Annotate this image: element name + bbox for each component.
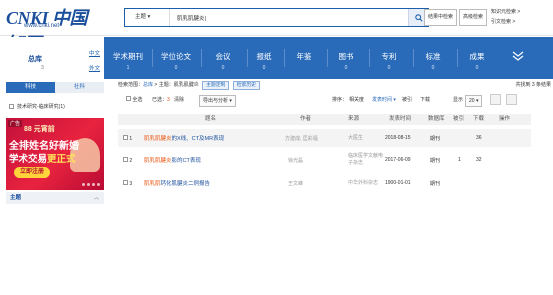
banner-line1: 88 元宵前 — [24, 126, 55, 133]
citation-search-link[interactable]: 引文检索 > — [491, 18, 515, 25]
nav-item-patents[interactable]: 专利 0 — [371, 37, 407, 79]
table-row: 3 肌乳肌钙化肌腱炎二例报告 王文峰 中华外科杂志 1900-01-01 期刊 — [118, 175, 531, 193]
col-database: 数据库 — [428, 116, 445, 122]
library-title[interactable]: 总库 — [28, 54, 42, 64]
ad-banner[interactable]: 广告 88 元宵前 全排姓名好新婚 学术交易更正式 立即注册 — [6, 118, 104, 190]
nav-item-newspapers[interactable]: 报纸 0 — [247, 37, 281, 79]
row-author[interactable]: 方建成; 匡彩福 — [285, 135, 318, 142]
nav-item-theses[interactable]: 学位论文 0 — [154, 37, 198, 79]
col-actions: 操作 — [499, 116, 511, 122]
clear-link[interactable]: 清除 — [174, 94, 184, 107]
col-citations: 被引 — [453, 116, 465, 122]
knowledge-search-link[interactable]: 知识元检索 > — [491, 8, 520, 15]
sort-relevance[interactable]: 相关度 — [349, 94, 364, 107]
row-checkbox[interactable] — [123, 157, 128, 162]
top-bar: CNKI 中国知网 www.cnki.net 主题 ▾ 结果中检索 高级检索 知… — [0, 0, 553, 54]
nav-item-books[interactable]: 图书 0 — [329, 37, 363, 79]
row-database: 期刊 — [430, 181, 441, 187]
table-row: 2 肌乳肌腱炎影的CT表现 徐光磊 临床医学文献电子杂志 2017-06-09 … — [118, 152, 531, 170]
logo-url: www.cnki.net — [24, 23, 60, 29]
sort-label: 排序： — [332, 97, 348, 103]
chevron-up-icon: ︿ — [93, 195, 99, 201]
row-database: 期刊 — [430, 158, 441, 164]
row-downloads[interactable]: 36 — [476, 135, 482, 141]
ad-label: 广告 — [8, 120, 23, 127]
resource-type-nav: 学术期刊 1 学位论文 0 会议 0 报纸 0 年鉴 图书 0 专利 0 标准 0 成果 0 — [104, 37, 553, 79]
col-author: 作者 — [300, 116, 312, 122]
nav-item-journals[interactable]: 学术期刊 1 — [106, 37, 150, 79]
facet-label: 技术研究-临床研究(1) — [17, 104, 65, 110]
nav-item-conferences[interactable]: 会议 0 — [203, 37, 243, 79]
row-database: 期刊 — [430, 136, 441, 142]
row-downloads[interactable]: 32 — [476, 157, 482, 163]
row-select[interactable]: 3 — [123, 180, 132, 187]
results-toolbar: 全选 已选：3 清除 导出与分析 ▾ 排序： 相关度 发表时间 ▾ 被引 下载 … — [118, 94, 528, 107]
article-title-link[interactable]: 肌乳肌腱炎的X线、CT及MR表现 — [144, 134, 224, 142]
chinese-link[interactable]: 中文 — [89, 49, 100, 57]
row-date: 2017-06-09 — [385, 157, 411, 163]
banner-line3: 学术交易更正式 — [9, 154, 76, 165]
advanced-search-button[interactable]: 高级检索 — [459, 9, 488, 26]
row-date: 2018-08-15 — [385, 135, 411, 141]
col-title: 题名 — [205, 116, 217, 122]
row-date: 1900-01-01 — [385, 180, 411, 186]
result-search-button[interactable]: 结果中检索 — [424, 9, 458, 26]
search-box: 主题 ▾ — [124, 8, 429, 27]
select-all[interactable]: 全选 — [126, 94, 142, 107]
search-type-select[interactable]: 主题 ▾ — [125, 9, 170, 26]
row-select[interactable]: 1 — [123, 135, 132, 142]
topic-section-header[interactable]: 主题 ︿ — [6, 192, 104, 204]
results-area: 检索范围：总库 > 主题：肌乳肌腱炎 主题定制 检索历史 共找到 3 条结果 全… — [118, 80, 553, 295]
col-source: 来源 — [348, 116, 360, 122]
scope-link[interactable]: 总库 — [143, 82, 153, 88]
select-all-checkbox[interactable] — [126, 96, 131, 101]
article-title-link[interactable]: 肌乳肌钙化肌腱炎二例报告 — [144, 179, 210, 187]
export-analysis-button[interactable]: 导出与分析 ▾ — [199, 95, 236, 107]
sort-downloads[interactable]: 下载 — [420, 94, 430, 107]
carousel-dots[interactable] — [82, 183, 100, 186]
row-select[interactable]: 2 — [123, 157, 132, 164]
row-source[interactable]: 临床医学文献电子杂志 — [348, 153, 384, 167]
col-date: 发表时间 — [389, 116, 412, 122]
row-citations[interactable]: 1 — [458, 157, 461, 163]
foreign-link[interactable]: 外文 — [89, 64, 100, 72]
nav-item-yearbooks[interactable]: 年鉴 — [287, 37, 321, 79]
library-count: 3 — [41, 65, 44, 71]
col-downloads: 下载 — [473, 116, 485, 122]
tab-social-science[interactable]: 社科 — [55, 82, 104, 93]
banner-register-button[interactable]: 立即注册 — [14, 167, 51, 178]
search-input[interactable] — [177, 11, 377, 24]
list-view-button[interactable] — [490, 94, 501, 105]
row-source[interactable]: 大医生 — [348, 135, 363, 142]
search-scope: 检索范围：总库 > 主题：肌乳肌腱炎 主题定制 检索历史 — [118, 81, 260, 90]
table-header: 题名 作者 来源 发表时间 数据库 被引 下载 操作 — [118, 114, 531, 125]
library-selector: 总库 3 中文 外文 — [6, 37, 104, 79]
cnki-logo[interactable]: CNKI 中国知网 www.cnki.net — [6, 4, 96, 54]
facet-item[interactable]: 技术研究-临床研究(1) — [9, 103, 65, 110]
banner-line2: 全排姓名好新婚 — [9, 141, 79, 152]
row-checkbox[interactable] — [123, 180, 128, 185]
page-size-select[interactable]: 20 ▾ — [465, 95, 483, 107]
search-history-button[interactable]: 检索历史 — [232, 81, 260, 90]
nav-item-achievements[interactable]: 成果 0 — [459, 37, 495, 79]
row-source[interactable]: 中华外科杂志 — [348, 180, 378, 187]
expand-nav-chevron-icon[interactable] — [512, 51, 524, 61]
search-icon — [414, 13, 423, 22]
selected-count: 已选：3 — [152, 97, 170, 103]
row-checkbox[interactable] — [123, 135, 128, 140]
row-author[interactable]: 徐光磊 — [288, 157, 303, 164]
display-label: 显示 — [453, 97, 464, 103]
detail-view-button[interactable] — [506, 94, 517, 105]
result-count: 共找到 3 条结果 — [515, 82, 551, 88]
nav-item-standards[interactable]: 标准 0 — [415, 37, 451, 79]
tab-science[interactable]: 科技 — [6, 82, 55, 93]
topic-custom-button[interactable]: 主题定制 — [202, 81, 230, 90]
sort-citations[interactable]: 被引 — [402, 94, 412, 107]
article-title-link[interactable]: 肌乳肌腱炎影的CT表现 — [144, 156, 201, 164]
filter-sidebar: 科技 社科 技术研究-临床研究(1) 广告 88 元宵前 全排姓名好新婚 学术交… — [6, 82, 104, 295]
row-author[interactable]: 王文峰 — [288, 180, 303, 187]
facet-checkbox[interactable] — [9, 104, 14, 109]
sort-date[interactable]: 发表时间 ▾ — [372, 94, 396, 107]
table-row: 1 肌乳肌腱炎的X线、CT及MR表现 方建成; 匡彩福 大医生 2018-08-… — [118, 129, 531, 147]
